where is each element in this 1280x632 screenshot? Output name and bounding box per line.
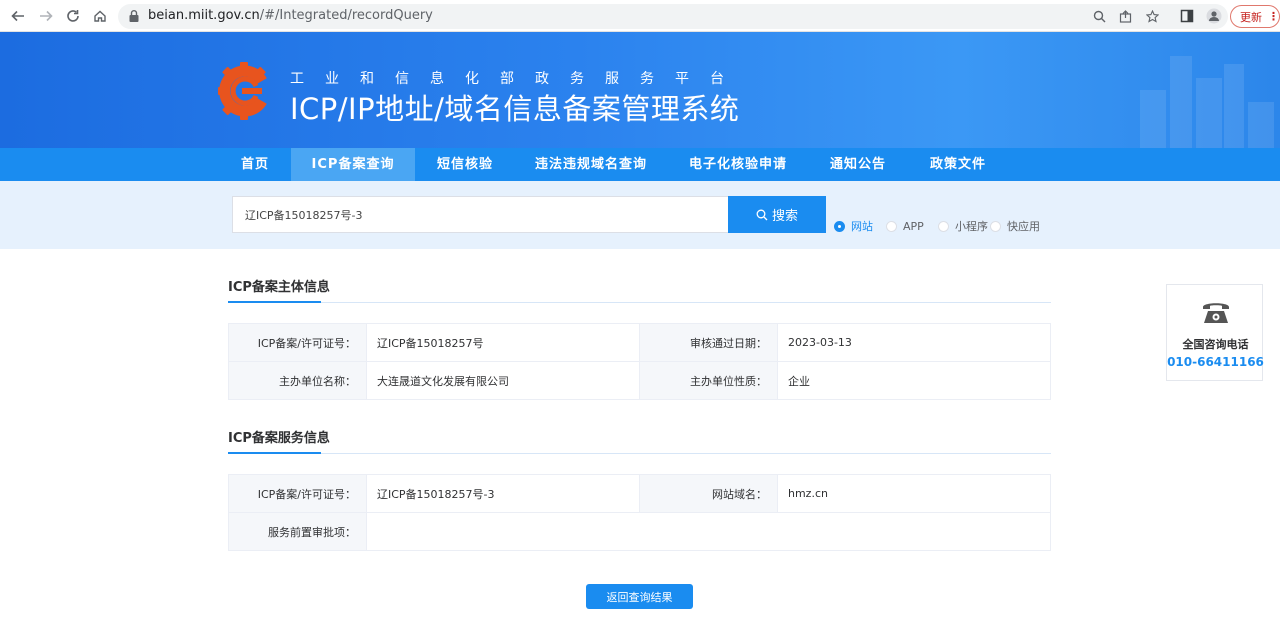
field-label-pre-approval: 服务前置审批项：: [228, 512, 367, 551]
lock-icon: [129, 10, 139, 22]
field-label-organizer-type: 主办单位性质：: [639, 361, 778, 400]
back-to-results-button[interactable]: 返回查询结果: [586, 584, 693, 609]
side-panel-icon[interactable]: [1177, 6, 1197, 26]
table-row: ICP备案/许可证号： 辽ICP备15018257号-3 网站域名： hmz.c…: [228, 474, 1051, 513]
subject-info-table: ICP备案/许可证号： 辽ICP备15018257号 审核通过日期： 2023-…: [228, 323, 1051, 400]
city-skyline-decoration: [1140, 90, 1166, 148]
reload-icon[interactable]: [63, 6, 83, 26]
nav-item-policy-docs[interactable]: 政策文件: [912, 148, 1004, 181]
section-divider: [228, 302, 1051, 303]
table-row: ICP备案/许可证号： 辽ICP备15018257号 审核通过日期： 2023-…: [228, 323, 1051, 362]
field-value-pre-approval: [366, 512, 1051, 551]
radio-quick-app[interactable]: 快应用: [990, 219, 1040, 233]
section-heading-underline: [228, 301, 321, 303]
field-label-domain: 网站域名：: [639, 474, 778, 513]
field-label-organizer-name: 主办单位名称：: [228, 361, 367, 400]
radio-app[interactable]: APP: [886, 219, 924, 233]
city-skyline-decoration: [1248, 102, 1274, 148]
nav-item-electronic-verify[interactable]: 电子化核验申请: [676, 148, 800, 181]
nav-item-sms-verify[interactable]: 短信核验: [420, 148, 510, 181]
section-heading-underline: [228, 452, 321, 454]
radio-dot: [938, 220, 949, 232]
search-button-label: 搜索: [771, 208, 798, 223]
field-value-service-license-no: 辽ICP备15018257号-3: [366, 474, 640, 513]
more-menu-icon[interactable]: ⋮: [1268, 10, 1279, 23]
radio-dot-checked: [834, 220, 845, 232]
home-icon[interactable]: [90, 6, 110, 26]
telephone-icon: [1203, 303, 1229, 323]
field-label-approval-date: 审核通过日期：: [639, 323, 778, 362]
subject-info-heading: ICP备案主体信息: [228, 280, 330, 295]
site-subtitle: 工业和信息化部政务服务平台: [290, 71, 745, 87]
radio-label: 网站: [851, 220, 873, 233]
city-skyline-decoration: [1170, 56, 1192, 148]
nav-item-home[interactable]: 首页: [222, 148, 288, 181]
search-icon: [756, 209, 768, 220]
field-value-domain: hmz.cn: [777, 474, 1051, 513]
field-label-service-license-no: ICP备案/许可证号：: [228, 474, 367, 513]
hotline-number: 010-66411166: [1167, 355, 1264, 369]
city-skyline-decoration: [1196, 78, 1222, 148]
hotline-widget[interactable]: 全国咨询电话 010-66411166: [1166, 284, 1264, 381]
update-label: 更新: [1240, 10, 1262, 24]
site-header-banner: 工业和信息化部政务服务平台 ICP/IP地址/域名信息备案管理系统: [0, 32, 1280, 148]
share-icon[interactable]: [1117, 8, 1133, 24]
bookmark-star-icon[interactable]: [1144, 8, 1160, 24]
nav-item-notices[interactable]: 通知公告: [812, 148, 904, 181]
field-value-organizer-name: 大连晟道文化发展有限公司: [366, 361, 640, 400]
url-text: beian.miit.gov.cn/#/Integrated/recordQue…: [148, 8, 433, 23]
section-divider: [228, 453, 1051, 454]
url-host: beian.miit.gov.cn: [148, 8, 260, 23]
field-value-approval-date: 2023-03-13: [777, 323, 1051, 362]
search-panel: 搜索 网站 APP 小程序 快应用: [0, 181, 1280, 249]
table-row: 服务前置审批项：: [228, 512, 1051, 551]
browser-update-button[interactable]: 更新 ⋮: [1230, 5, 1280, 28]
nav-item-illegal-domain-query[interactable]: 违法违规域名查询: [520, 148, 662, 181]
radio-label: 小程序: [955, 220, 988, 233]
radio-mini-program[interactable]: 小程序: [938, 219, 988, 233]
back-arrow-icon[interactable]: [8, 6, 28, 26]
hotline-title: 全国咨询电话: [1182, 338, 1249, 351]
miit-logo-icon: [218, 62, 267, 120]
browser-toolbar: beian.miit.gov.cn/#/Integrated/recordQue…: [0, 0, 1280, 32]
service-info-heading: ICP备案服务信息: [228, 431, 330, 446]
field-value-license-no: 辽ICP备15018257号: [366, 323, 640, 362]
field-label-license-no: ICP备案/许可证号：: [228, 323, 367, 362]
site-title: ICP/IP地址/域名信息备案管理系统: [290, 92, 740, 126]
nav-item-icp-query[interactable]: ICP备案查询: [291, 148, 415, 181]
main-navigation: 首页 ICP备案查询 短信核验 违法违规域名查询 电子化核验申请 通知公告 政策…: [0, 148, 1280, 181]
address-bar[interactable]: beian.miit.gov.cn/#/Integrated/recordQue…: [118, 4, 1228, 29]
table-row: 主办单位名称： 大连晟道文化发展有限公司 主办单位性质： 企业: [228, 361, 1051, 400]
service-info-table: ICP备案/许可证号： 辽ICP备15018257号-3 网站域名： hmz.c…: [228, 474, 1051, 551]
forward-arrow-icon[interactable]: [36, 6, 56, 26]
radio-website[interactable]: 网站: [834, 219, 873, 233]
url-path: /#/Integrated/recordQuery: [259, 8, 433, 23]
radio-dot: [990, 220, 1001, 232]
zoom-icon[interactable]: [1091, 8, 1107, 24]
field-value-organizer-type: 企业: [777, 361, 1051, 400]
search-button[interactable]: 搜索: [728, 196, 826, 233]
radio-label: APP: [903, 219, 924, 233]
profile-avatar-icon[interactable]: [1204, 6, 1224, 26]
radio-label: 快应用: [1007, 220, 1040, 233]
city-skyline-decoration: [1224, 64, 1244, 148]
search-input[interactable]: [232, 196, 728, 233]
radio-dot: [886, 220, 897, 232]
